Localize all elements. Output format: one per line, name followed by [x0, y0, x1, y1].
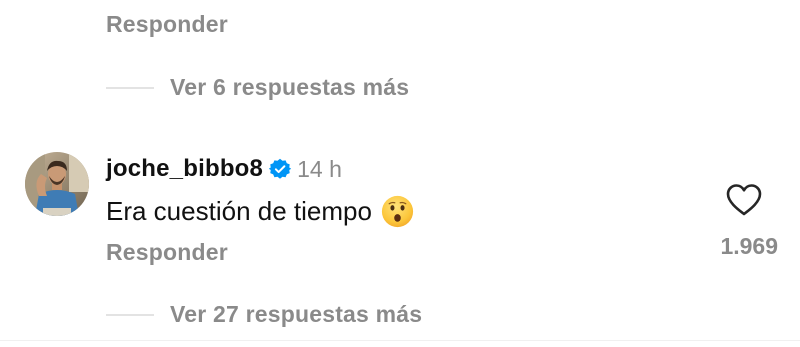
like-count: 1.969 — [720, 233, 778, 259]
avatar-photo — [25, 152, 89, 216]
like-heart-icon[interactable] — [725, 183, 763, 217]
avatar[interactable] — [25, 152, 89, 216]
reply-button[interactable]: Responder — [106, 13, 228, 36]
view-more-replies-label: Ver 27 respuestas más — [170, 301, 423, 327]
reply-button[interactable]: Responder — [106, 241, 228, 264]
hushed-face-emoji-icon — [381, 195, 414, 228]
replies-divider-line — [106, 313, 154, 316]
comments-thread: Responder Ver 6 respuestas más joche_bib… — [0, 0, 800, 347]
divider — [0, 340, 800, 341]
comment-header: joche_bibbo8 14 h — [106, 155, 342, 183]
replies-divider-line — [106, 86, 154, 89]
username-link[interactable]: joche_bibbo8 — [106, 155, 263, 183]
view-more-replies-label: Ver 6 respuestas más — [170, 74, 410, 100]
verified-badge-icon — [268, 158, 292, 180]
comment-timestamp: 14 h — [297, 155, 342, 182]
comment-text: Era cuestión de tiempo — [106, 195, 372, 226]
comment-body: Era cuestión de tiempo — [106, 195, 414, 227]
view-more-replies-button[interactable]: Ver 6 respuestas más — [106, 76, 409, 99]
view-more-replies-button[interactable]: Ver 27 respuestas más — [106, 303, 422, 326]
